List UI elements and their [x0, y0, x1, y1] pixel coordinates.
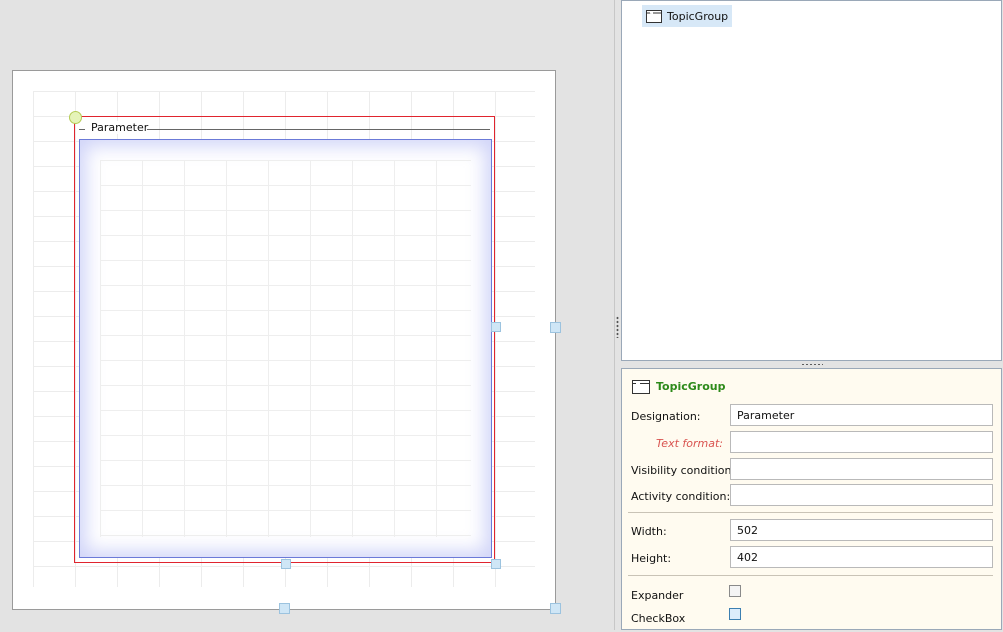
page-resize-handle-right[interactable]: [550, 322, 561, 333]
topic-group-title: Parameter: [89, 121, 151, 134]
checkbox-label: CheckBox: [631, 612, 686, 625]
header-line-right: [147, 129, 490, 130]
frame-resize-handle-bottom[interactable]: [281, 559, 291, 569]
splitter-grip-icon: [616, 316, 619, 338]
activity-condition-input[interactable]: [730, 484, 993, 506]
properties-title: TopicGroup: [656, 380, 726, 393]
vertical-splitter[interactable]: [614, 0, 621, 630]
topic-group-icon: [632, 380, 650, 394]
expander-checkbox[interactable]: [729, 585, 741, 597]
designation-label: Designation:: [631, 410, 701, 423]
visibility-condition-row: Visibility condition:: [622, 458, 1001, 482]
horizontal-splitter[interactable]: [621, 361, 1002, 368]
height-label: Height:: [631, 552, 672, 565]
tree-item-label: TopicGroup: [667, 9, 729, 23]
topic-group-header: Parameter: [75, 121, 494, 137]
checkbox-checkbox[interactable]: [729, 608, 741, 620]
width-label: Width:: [631, 525, 667, 538]
expander-label: Expander: [631, 589, 684, 602]
width-row: Width:: [622, 519, 1001, 543]
frame-resize-handle-corner[interactable]: [491, 559, 501, 569]
visibility-condition-input[interactable]: [730, 458, 993, 480]
separator: [628, 575, 993, 576]
svg-text:.: .: [650, 10, 651, 15]
topic-group-frame[interactable]: Parameter: [74, 116, 495, 563]
text-format-row: Text format:: [622, 431, 1001, 455]
topic-group-icon: .: [646, 10, 662, 23]
splitter-grip-icon: [801, 363, 823, 366]
move-anchor-handle[interactable]: [69, 111, 82, 124]
tree-item-topicgroup[interactable]: . TopicGroup: [642, 5, 733, 27]
activity-condition-row: Activity condition:: [622, 484, 1001, 508]
activity-condition-label: Activity condition:: [631, 490, 731, 503]
content-grid: [100, 160, 471, 537]
text-format-input[interactable]: [730, 431, 993, 453]
separator: [628, 512, 993, 513]
header-line-left: [79, 129, 85, 130]
topic-group-content[interactable]: [79, 139, 492, 558]
page-resize-handle-bottom[interactable]: [279, 603, 290, 614]
page-resize-handle-corner[interactable]: [550, 603, 561, 614]
frame-resize-handle-right[interactable]: [491, 322, 501, 332]
height-row: Height:: [622, 546, 1001, 570]
checkbox-row: CheckBox: [622, 608, 1001, 632]
designation-input[interactable]: [730, 404, 993, 426]
designer-area[interactable]: Parameter: [0, 0, 614, 630]
properties-panel: TopicGroup Designation: Text format: Vis…: [621, 368, 1002, 630]
structure-tree[interactable]: . TopicGroup: [621, 0, 1002, 361]
height-input[interactable]: [730, 546, 993, 568]
width-input[interactable]: [730, 519, 993, 541]
visibility-condition-label: Visibility condition:: [631, 464, 736, 477]
designation-row: Designation:: [622, 404, 1001, 428]
expander-row: Expander: [622, 585, 1001, 609]
properties-header: TopicGroup: [632, 379, 725, 394]
text-format-label: Text format:: [655, 437, 723, 450]
